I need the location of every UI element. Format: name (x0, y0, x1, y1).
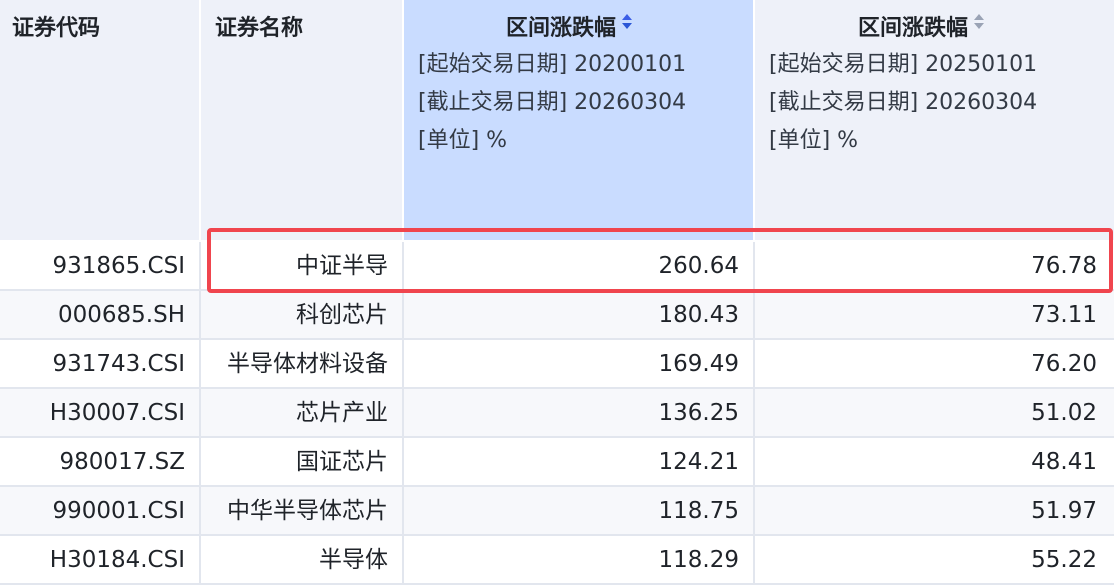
table-row[interactable]: 990001.CSI 中华半导体芯片 118.75 51.97 (0, 487, 1114, 536)
header-code-title: 证券代码 (12, 16, 101, 41)
cell-return-2020: 118.75 (404, 487, 755, 534)
header-range1-unit: [单位] % (418, 128, 508, 153)
cell-name: 半导体材料设备 (201, 340, 404, 387)
cell-return-2020: 124.21 (404, 438, 755, 485)
cell-return-2020: 169.49 (404, 340, 755, 387)
header-range1-start: [起始交易日期] 20200101 (418, 52, 687, 77)
header-range2-start: [起始交易日期] 20250101 (769, 52, 1038, 77)
header-range1-title-wrap: 区间涨跌幅 (506, 10, 633, 42)
cell-return-2025: 76.20 (1031, 351, 1097, 377)
cell-name: 中证半导 (201, 242, 404, 289)
header-range2-unit: [单位] % (769, 128, 859, 153)
cell-return-2025: 73.11 (1031, 302, 1097, 328)
header-range1-end: [截止交易日期] 20260304 (418, 90, 687, 115)
cell-return-2020: 136.25 (404, 389, 755, 436)
cell-name: 中华半导体芯片 (201, 487, 404, 534)
securities-table: 证券代码 证券名称 区间涨跌幅 [起始交易日期] 20200101 [截止交易日… (0, 0, 1114, 588)
header-range-return-2025[interactable]: 区间涨跌幅 [起始交易日期] 20250101 [截止交易日期] 2026030… (755, 0, 1114, 240)
cell-name: 国证芯片 (201, 438, 404, 485)
cell-code: 931743.CSI (0, 340, 201, 387)
cell-name: 科创芯片 (201, 291, 404, 338)
table-row[interactable]: 931865.CSI 中证半导 260.64 76.78 (0, 242, 1114, 291)
cell-code: 931865.CSI (0, 242, 201, 289)
cell-return-2025: 55.22 (1031, 547, 1097, 573)
header-range-return-2020[interactable]: 区间涨跌幅 [起始交易日期] 20200101 [截止交易日期] 2026030… (404, 0, 755, 240)
cell-code: 980017.SZ (0, 438, 201, 485)
cell-name: 半导体 (201, 536, 404, 583)
header-range2-title: 区间涨跌幅 (858, 16, 969, 41)
header-range2-end: [截止交易日期] 20260304 (769, 90, 1038, 115)
cell-return-2020: 260.64 (404, 242, 755, 289)
sort-icon[interactable] (974, 10, 985, 32)
header-code[interactable]: 证券代码 (0, 0, 201, 240)
cell-return-2025: 48.41 (1031, 449, 1097, 475)
cell-code: H30184.CSI (0, 536, 201, 583)
table-row[interactable]: H30184.CSI 半导体 118.29 55.22 (0, 536, 1114, 585)
table-row[interactable]: 980017.SZ 国证芯片 124.21 48.41 (0, 438, 1114, 487)
cell-return-2025: 51.02 (1031, 400, 1097, 426)
table-body: 931865.CSI 中证半导 260.64 76.78 000685.SH 科… (0, 242, 1114, 588)
header-range1-title: 区间涨跌幅 (506, 16, 617, 41)
sort-desc-active-icon[interactable] (622, 10, 633, 32)
cell-return-2020: 118.29 (404, 536, 755, 583)
cell-code: 000685.SH (0, 291, 201, 338)
header-name-title: 证券名称 (215, 16, 304, 41)
table-row[interactable]: 931743.CSI 半导体材料设备 169.49 76.20 (0, 340, 1114, 389)
cell-return-2025: 51.97 (1031, 498, 1097, 524)
table-row[interactable]: 000685.SH 科创芯片 180.43 73.11 (0, 291, 1114, 340)
cell-return-2025: 76.78 (1031, 253, 1097, 279)
table-row[interactable]: H30007.CSI 芯片产业 136.25 51.02 (0, 389, 1114, 438)
cell-name: 芯片产业 (201, 389, 404, 436)
header-name[interactable]: 证券名称 (201, 0, 404, 240)
cell-code: 990001.CSI (0, 487, 201, 534)
cell-code: H30007.CSI (0, 389, 201, 436)
cell-return-2020: 180.43 (404, 291, 755, 338)
header-range2-title-wrap: 区间涨跌幅 (858, 10, 985, 42)
